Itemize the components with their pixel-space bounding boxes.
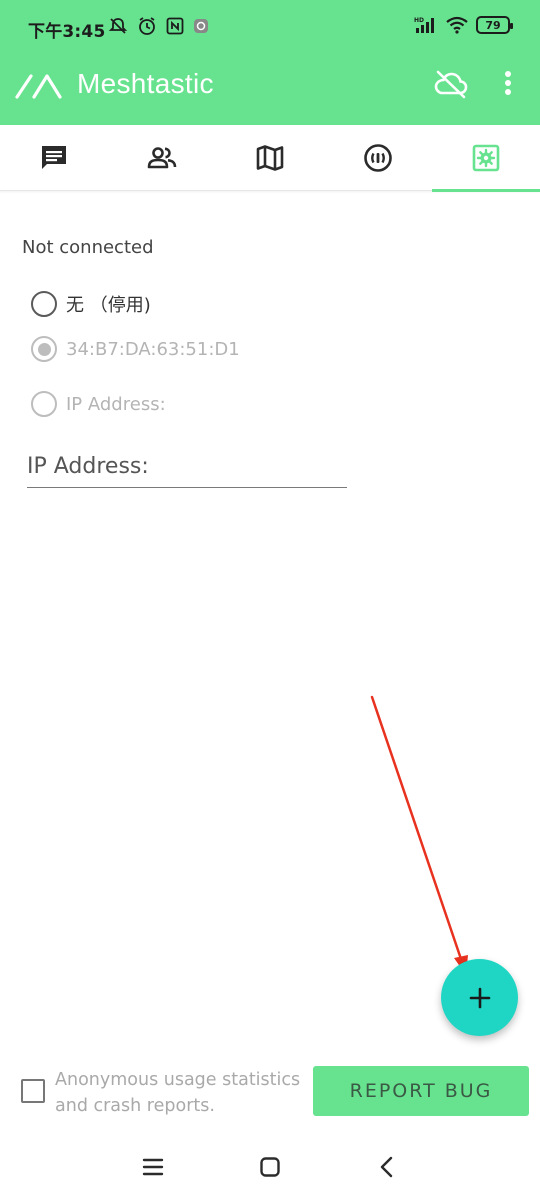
system-nav-bar <box>0 1136 540 1200</box>
settings-content: Not connected 无 （停用) 34:B7:DA:63:51:D1 I… <box>0 192 540 1052</box>
meshtastic-logo-icon <box>15 74 62 99</box>
status-left-icons <box>108 16 209 36</box>
svg-text:HD: HD <box>414 17 424 24</box>
chat-icon <box>42 146 66 169</box>
connection-status: Not connected <box>22 237 154 258</box>
radio-label-ip: IP Address: <box>66 393 166 415</box>
status-time: 下午3:45 <box>28 22 106 42</box>
menu-icon[interactable] <box>142 1156 164 1178</box>
tab-settings[interactable] <box>432 125 540 192</box>
back-icon[interactable] <box>376 1156 398 1178</box>
ip-address-input[interactable] <box>27 450 347 488</box>
tab-messages[interactable] <box>0 125 108 191</box>
app-title: Meshtastic <box>77 68 214 99</box>
radio-button-none[interactable] <box>31 291 57 317</box>
status-right-icons: HD 79 <box>414 16 513 34</box>
battery-icon: 79 <box>476 16 513 34</box>
radio-option-none[interactable]: 无 （停用) <box>31 291 151 317</box>
radio-label-bluetooth: 34:B7:DA:63:51:D1 <box>66 338 240 360</box>
tab-channel[interactable] <box>324 125 432 191</box>
tab-nodes[interactable] <box>108 125 216 191</box>
tab-bar <box>0 125 540 192</box>
status-bar: 下午3:45 HD 79 <box>0 0 540 56</box>
plus-icon <box>469 987 490 1008</box>
radio-button-ip[interactable] <box>31 391 57 417</box>
alarm-icon <box>139 17 155 35</box>
analytics-checkbox[interactable] <box>21 1079 45 1103</box>
radio-option-ip[interactable]: IP Address: <box>31 391 166 417</box>
radio-signal-icon <box>364 144 392 172</box>
add-connection-fab[interactable] <box>441 959 518 1036</box>
analytics-label: Anonymous usage statistics and crash rep… <box>55 1070 301 1116</box>
signal-icon: HD <box>414 17 434 33</box>
wifi-icon <box>446 16 468 34</box>
app-header: 下午3:45 HD 79 Meshtastic <box>0 0 540 125</box>
mute-icon <box>108 18 128 34</box>
home-icon[interactable] <box>259 1156 281 1178</box>
map-icon <box>256 145 284 171</box>
radio-button-bluetooth[interactable] <box>31 336 57 362</box>
report-bug-label: REPORT BUG <box>349 1080 493 1102</box>
battery-level: 79 <box>485 18 501 32</box>
radio-option-bluetooth[interactable]: 34:B7:DA:63:51:D1 <box>31 336 240 362</box>
app-notification-icon <box>194 19 208 33</box>
tab-map[interactable] <box>216 125 324 191</box>
nfc-icon <box>166 17 184 35</box>
more-options-icon[interactable] <box>498 68 518 100</box>
gear-icon <box>472 144 500 172</box>
app-bar: Meshtastic <box>0 56 540 125</box>
cloud-off-icon[interactable] <box>433 68 469 100</box>
report-bug-button[interactable]: REPORT BUG <box>313 1066 529 1116</box>
users-icon <box>147 147 177 169</box>
radio-label-none: 无 （停用) <box>66 295 151 316</box>
